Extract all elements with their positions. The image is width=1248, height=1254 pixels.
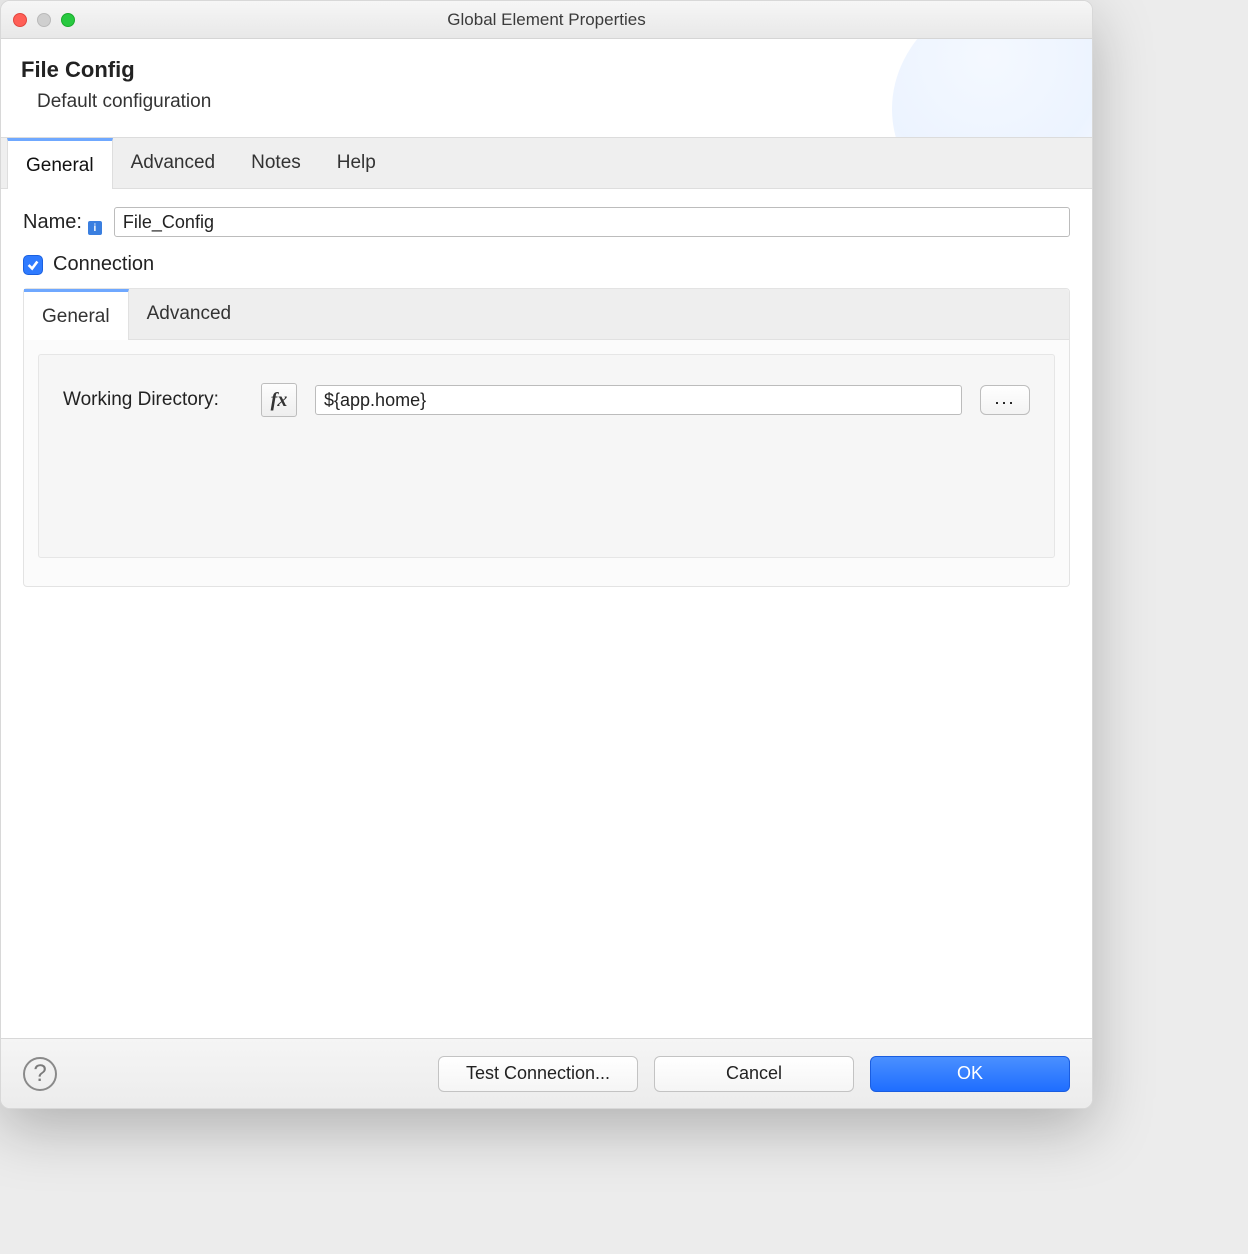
close-window-button[interactable]: [13, 13, 27, 27]
tab-content: Name: i Connection General Advanced Work…: [1, 189, 1092, 1038]
tab-general[interactable]: General: [7, 138, 113, 189]
connection-tab-advanced[interactable]: Advanced: [129, 289, 250, 339]
connection-general-body: Working Directory: fx ...: [38, 354, 1055, 558]
working-directory-label: Working Directory:: [63, 389, 243, 411]
tab-notes[interactable]: Notes: [233, 138, 319, 188]
connection-tab-general[interactable]: General: [24, 289, 129, 340]
working-directory-row: Working Directory: fx ...: [63, 383, 1030, 417]
cancel-button[interactable]: Cancel: [654, 1056, 854, 1092]
working-directory-input[interactable]: [315, 385, 962, 415]
name-label: Name:: [23, 211, 82, 234]
zoom-window-button[interactable]: [61, 13, 75, 27]
connection-label: Connection: [53, 253, 154, 276]
name-row: Name: i: [23, 207, 1070, 237]
info-icon: i: [88, 221, 102, 235]
minimize-window-button[interactable]: [37, 13, 51, 27]
window-title: Global Element Properties: [1, 10, 1092, 30]
connection-tab-bar: General Advanced: [24, 289, 1069, 340]
dialog-window: Global Element Properties File Config De…: [0, 0, 1093, 1109]
top-tab-bar: General Advanced Notes Help: [1, 138, 1092, 189]
ok-button[interactable]: OK: [870, 1056, 1070, 1092]
connection-toggle-row: Connection: [23, 253, 1070, 276]
connection-checkbox[interactable]: [23, 255, 43, 275]
name-input[interactable]: [114, 207, 1070, 237]
tab-help[interactable]: Help: [319, 138, 394, 188]
help-icon[interactable]: ?: [23, 1057, 57, 1091]
dialog-header: File Config Default configuration: [1, 39, 1092, 138]
connection-panel: General Advanced Working Directory: fx .…: [23, 288, 1070, 587]
titlebar: Global Element Properties: [1, 1, 1092, 39]
tab-advanced[interactable]: Advanced: [113, 138, 234, 188]
header-decoration: [892, 39, 1092, 138]
dialog-footer: ? Test Connection... Cancel OK: [1, 1038, 1092, 1108]
fx-expression-button[interactable]: fx: [261, 383, 297, 417]
window-controls: [13, 13, 75, 27]
test-connection-button[interactable]: Test Connection...: [438, 1056, 638, 1092]
browse-button[interactable]: ...: [980, 385, 1030, 415]
